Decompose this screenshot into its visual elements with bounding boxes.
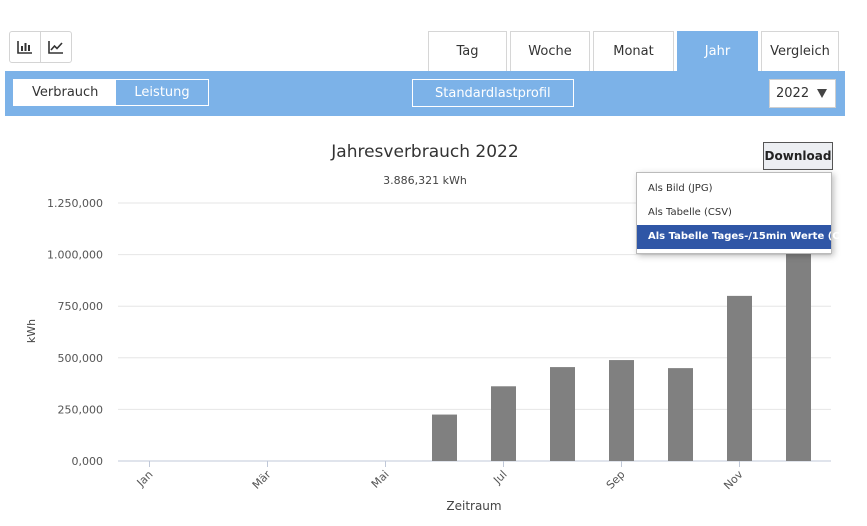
download-csv-item[interactable]: Als Tabelle (CSV) bbox=[637, 201, 831, 225]
bar-sep[interactable] bbox=[609, 360, 634, 461]
download-jpg-item[interactable]: Als Bild (JPG) bbox=[637, 177, 831, 201]
x-tick-label: Mär bbox=[250, 468, 274, 492]
y-tick-label: 500,000 bbox=[58, 352, 104, 365]
download-detail-csv-item[interactable]: Als Tabelle Tages-/15min Werte (CSV) bbox=[637, 225, 859, 249]
bar-nov[interactable] bbox=[727, 295, 752, 461]
y-tick-label: 750,000 bbox=[58, 300, 104, 313]
annual-consumption-chart: 0,000 250,000 500,000 750,000 1.000,000 1.250… bbox=[25, 142, 831, 513]
x-axis-title: Zeitraum bbox=[446, 499, 501, 513]
bar-jul[interactable] bbox=[491, 386, 516, 461]
x-tick-label: Sep bbox=[604, 468, 628, 492]
x-tick-label: Jul bbox=[490, 468, 509, 487]
y-tick-label: 0,000 bbox=[72, 455, 104, 468]
y-axis-title: kWh bbox=[25, 319, 38, 343]
chart-title: Jahresverbrauch 2022 bbox=[330, 142, 518, 162]
x-tick-label: Nov bbox=[721, 468, 746, 493]
bar-aug[interactable] bbox=[550, 367, 575, 461]
chart-subtitle: 3.886,321 kWh bbox=[383, 174, 467, 187]
y-tick-label: 1.000,000 bbox=[47, 249, 103, 262]
x-tick-label: Jan bbox=[134, 468, 156, 490]
download-menu: Als Bild (JPG) Als Tabelle (CSV) Als Tab… bbox=[636, 172, 859, 254]
download-button[interactable]: Download bbox=[763, 142, 833, 170]
bar-okt[interactable] bbox=[668, 368, 693, 461]
bar-dez[interactable] bbox=[786, 252, 811, 461]
bar-jun[interactable] bbox=[432, 414, 457, 461]
x-tick-label: Mai bbox=[369, 468, 392, 491]
y-tick-label: 250,000 bbox=[58, 403, 104, 416]
y-tick-label: 1.250,000 bbox=[47, 197, 103, 210]
